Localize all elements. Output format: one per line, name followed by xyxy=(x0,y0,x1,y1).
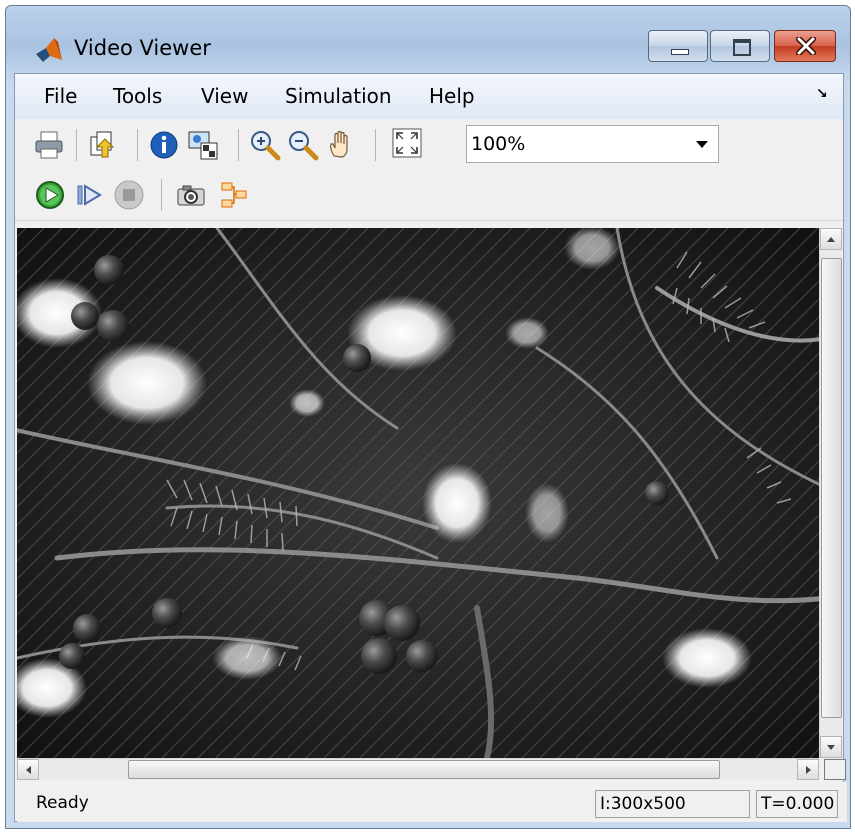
toolbar-separator xyxy=(375,129,376,161)
horizontal-scrollbar[interactable] xyxy=(17,758,819,780)
start-simulation-icon[interactable] xyxy=(34,179,66,211)
toolbar-separator xyxy=(238,129,239,161)
print-icon[interactable] xyxy=(33,129,65,161)
title-bar[interactable]: Video Viewer xyxy=(6,6,850,82)
info-icon[interactable] xyxy=(148,129,180,161)
toolbar-main: 100% xyxy=(15,119,843,171)
undock-arrow-icon[interactable]: ↘ xyxy=(816,86,828,102)
bring-all-to-front-icon[interactable] xyxy=(87,129,119,161)
scroll-right-button[interactable] xyxy=(797,759,819,780)
video-viewer-window: Video Viewer File Tools View Simulation … xyxy=(5,5,851,829)
close-icon xyxy=(796,37,816,55)
pan-hand-icon[interactable] xyxy=(325,129,357,161)
zoom-in-icon[interactable] xyxy=(249,129,281,161)
arrow-up-icon xyxy=(827,237,835,242)
arrow-down-icon xyxy=(827,745,835,750)
toolbar-separator xyxy=(76,129,77,161)
minimize-button[interactable] xyxy=(648,30,708,62)
close-button[interactable] xyxy=(774,30,836,62)
matlab-logo-icon xyxy=(36,38,62,62)
status-bar: Ready I:300x500 T=0.000 xyxy=(17,782,847,822)
highlight-block-icon[interactable] xyxy=(218,179,250,211)
maximize-button[interactable] xyxy=(710,30,770,62)
scrollbar-corner xyxy=(824,759,846,780)
video-display[interactable] xyxy=(17,228,819,758)
chevron-down-icon[interactable] xyxy=(696,141,708,148)
vertical-scrollbar[interactable] xyxy=(819,228,842,758)
toolbar-separator xyxy=(137,129,138,161)
scroll-left-button[interactable] xyxy=(17,759,39,780)
simulation-time-field: T=0.000 xyxy=(756,790,838,818)
scroll-up-button[interactable] xyxy=(820,228,842,250)
menu-help[interactable]: Help xyxy=(429,84,475,108)
status-text: Ready xyxy=(36,793,89,813)
fit-to-view-icon[interactable] xyxy=(391,127,423,159)
menu-view[interactable]: View xyxy=(201,84,248,108)
step-forward-icon[interactable] xyxy=(73,179,105,211)
image-size-field: I:300x500 xyxy=(595,790,750,818)
zoom-out-icon[interactable] xyxy=(287,129,319,161)
scroll-down-button[interactable] xyxy=(820,736,842,758)
toolbar-simulation xyxy=(15,170,843,221)
video-frame-image xyxy=(17,228,819,758)
horizontal-scroll-thumb[interactable] xyxy=(128,760,720,779)
pixel-region-icon[interactable] xyxy=(187,129,219,161)
snapshot-camera-icon[interactable] xyxy=(175,179,207,211)
zoom-dropdown[interactable]: 100% xyxy=(466,125,719,163)
maximize-icon xyxy=(733,39,751,56)
toolbar-separator xyxy=(161,179,162,211)
vertical-scroll-thumb[interactable] xyxy=(821,258,842,718)
minimize-icon xyxy=(671,49,689,55)
menu-simulation[interactable]: Simulation xyxy=(285,84,392,108)
zoom-value: 100% xyxy=(471,133,526,155)
window-title: Video Viewer xyxy=(74,36,211,60)
stop-simulation-icon[interactable] xyxy=(113,179,145,211)
arrow-right-icon xyxy=(806,766,811,774)
menu-file[interactable]: File xyxy=(44,84,77,108)
arrow-left-icon xyxy=(26,766,31,774)
menu-tools[interactable]: Tools xyxy=(113,84,162,108)
menu-bar: File Tools View Simulation Help ↘ xyxy=(15,74,843,120)
